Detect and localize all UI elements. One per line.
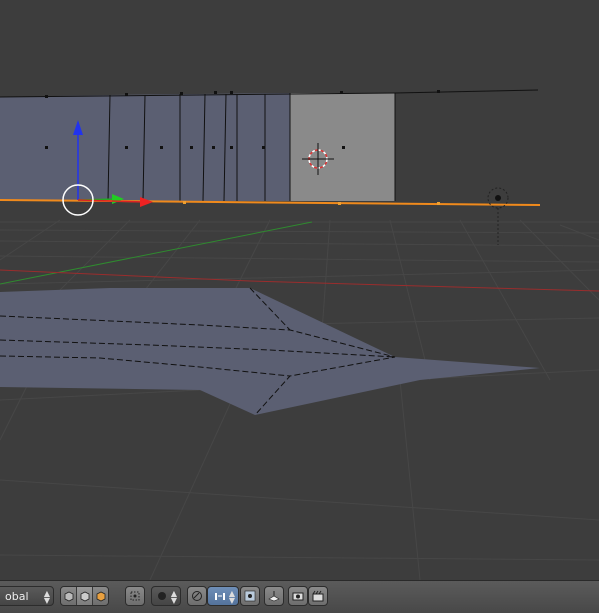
snap-target-icon[interactable] xyxy=(240,586,260,606)
wall-mesh[interactable] xyxy=(0,89,540,204)
edge-select-icon[interactable] xyxy=(77,587,93,605)
transform-orientation-value: obal xyxy=(5,589,29,603)
clapperboard-icon[interactable] xyxy=(308,586,328,606)
snap-updown-icon: ▲ ▼ xyxy=(228,589,235,605)
viewport-header: obal ▲ ▼ ▲ ▼ ▲ ▼ xyxy=(0,580,599,613)
x-axis-line xyxy=(0,269,599,292)
pivot-updown-icon: ▲ ▼ xyxy=(170,589,177,605)
updown-arrows-icon: ▲ ▼ xyxy=(43,589,50,605)
camera-icon[interactable] xyxy=(288,586,308,606)
transform-orientation-select[interactable]: obal ▲ ▼ xyxy=(0,586,54,606)
select-mode-group xyxy=(60,586,109,606)
face-select-icon[interactable] xyxy=(93,587,108,605)
3d-viewport[interactable] xyxy=(0,0,599,580)
y-axis-line xyxy=(0,221,313,285)
layer-icon[interactable] xyxy=(264,586,284,606)
snap-element-icon[interactable]: ▲ ▼ xyxy=(207,586,239,606)
vertex-select-icon[interactable] xyxy=(61,587,77,605)
limit-selection-icon[interactable] xyxy=(125,586,145,606)
pivot-point-icon[interactable]: ▲ ▼ xyxy=(151,586,181,606)
viewport-scene[interactable] xyxy=(0,0,599,580)
proportional-edit-icon[interactable] xyxy=(187,586,207,606)
